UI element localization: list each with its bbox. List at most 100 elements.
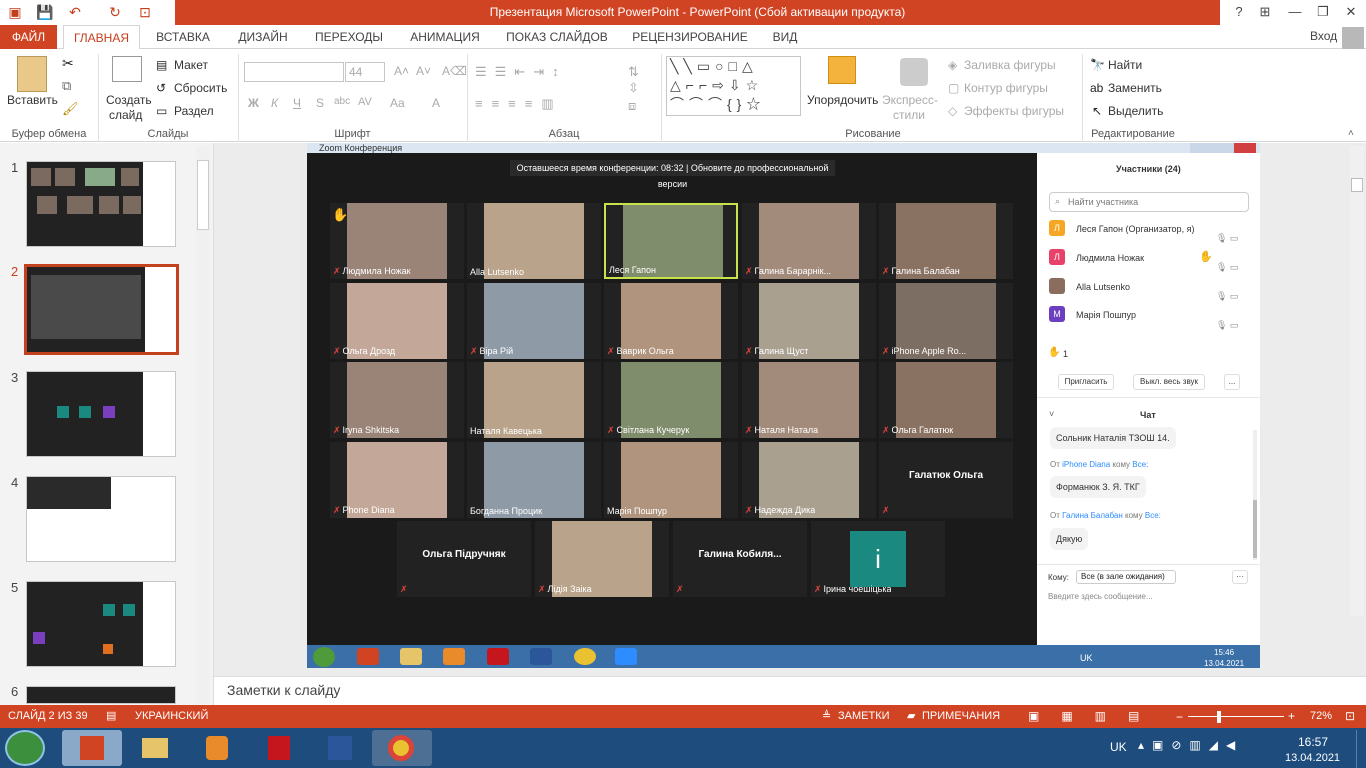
more-button[interactable]: ... — [1224, 374, 1240, 390]
taskbar-chrome[interactable] — [372, 730, 432, 766]
video-tile[interactable]: ✗ iPhone Apple Ro... — [879, 283, 1013, 359]
zoom-in-icon[interactable]: + — [1288, 709, 1295, 723]
reset-button[interactable]: Сбросить — [174, 81, 227, 95]
minimize-icon[interactable]: — — [1282, 2, 1308, 22]
participant-name[interactable]: Леся Гапон (Организатор, я) — [1076, 224, 1194, 234]
taskbar-media[interactable] — [186, 730, 246, 766]
start-button[interactable] — [5, 730, 45, 766]
clock-time[interactable]: 16:57 — [1298, 735, 1328, 749]
quick-styles-button-line2[interactable]: стили — [893, 108, 925, 122]
video-tile[interactable]: ✗ Ваврик Ольга — [604, 283, 738, 359]
video-tile[interactable]: ✗ Лідія Заіка — [535, 521, 669, 597]
slide-thumbnail-1[interactable] — [26, 161, 176, 247]
video-tile[interactable]: ✗ Галина Щуст — [742, 283, 876, 359]
shape-outline-icon[interactable]: ▢ — [948, 81, 959, 95]
new-slide-button[interactable]: Создать — [106, 93, 152, 107]
thumbnail-scroll-thumb[interactable] — [197, 160, 209, 230]
copy-icon[interactable]: ⧉ — [62, 78, 71, 94]
smartart-icon[interactable]: ⧈ — [628, 98, 636, 114]
taskbar-pdf[interactable] — [248, 730, 308, 766]
video-tile[interactable]: ✗ Iryna Shkitska — [330, 362, 464, 438]
slide-scrollbar[interactable] — [1350, 146, 1364, 616]
font-size-combo[interactable]: 44 — [345, 62, 385, 82]
shape-effects-icon[interactable]: ◇ — [948, 104, 957, 118]
zoom-level[interactable]: 72% — [1310, 710, 1332, 722]
tab-animation[interactable]: АНИМАЦИЯ — [398, 25, 492, 49]
slide-thumbnail-4[interactable] — [26, 476, 176, 562]
reset-icon[interactable]: ↺ — [156, 81, 166, 95]
video-tile[interactable]: Галатюк Ольга ✗ — [879, 442, 1013, 518]
section-icon[interactable]: ▭ — [156, 104, 167, 118]
ribbon-display-icon[interactable]: ⊞ — [1252, 2, 1278, 22]
arrange-button[interactable]: Упорядочить — [807, 93, 878, 107]
help-icon[interactable]: ? — [1226, 2, 1252, 22]
video-tile[interactable]: ✗ Phone Diana — [330, 442, 464, 518]
change-case-icon[interactable]: Aa — [390, 96, 405, 110]
shadow-button[interactable]: S — [316, 96, 324, 110]
participant-search-input[interactable]: Найти участника — [1049, 192, 1249, 212]
notes-toggle-icon[interactable]: ≜ — [822, 709, 831, 722]
spellcheck-icon[interactable]: ▤ — [106, 709, 116, 722]
section-button[interactable]: Раздел — [174, 104, 214, 118]
shape-effects-button[interactable]: Эффекты фигуры — [964, 104, 1064, 118]
text-direction-icon[interactable]: ⇅ — [628, 64, 639, 80]
italic-button[interactable]: К — [271, 96, 278, 110]
comments-icon[interactable]: ▰ — [907, 709, 915, 722]
cut-icon[interactable]: ✂ — [62, 55, 74, 72]
mute-all-button[interactable]: Выкл. весь звук — [1133, 374, 1205, 390]
zoom-out-icon[interactable]: − — [1176, 710, 1183, 724]
clear-format-icon[interactable]: A⌫ — [442, 64, 467, 78]
show-desktop-button[interactable] — [1356, 730, 1366, 768]
video-tile[interactable]: Леся Гапон — [604, 203, 738, 279]
chevron-down-icon[interactable]: ˅ — [1049, 409, 1054, 419]
tab-home[interactable]: ГЛАВНАЯ — [63, 25, 140, 50]
save-icon[interactable]: 💾 — [36, 3, 54, 21]
sign-in-link[interactable]: Вход — [1310, 29, 1337, 43]
slide-thumbnail-2-selected[interactable] — [24, 264, 179, 355]
restore-icon[interactable]: ❐ — [1310, 2, 1336, 22]
format-painter-icon[interactable]: 🖌 — [62, 101, 79, 117]
quick-styles-icon[interactable] — [900, 58, 928, 86]
tab-file[interactable]: ФАЙЛ — [0, 25, 57, 49]
chat-message-input[interactable]: Введите здесь сообщение... — [1048, 592, 1153, 601]
tab-design[interactable]: ДИЗАЙН — [230, 25, 296, 49]
underline-button[interactable]: Ч — [293, 96, 301, 110]
taskbar-explorer[interactable] — [124, 730, 184, 766]
clock-date[interactable]: 13.04.2021 — [1285, 752, 1340, 764]
fit-slide-icon[interactable]: ⊡ — [1345, 709, 1355, 723]
video-tile[interactable]: Alla Lutsenko — [467, 203, 601, 279]
video-tile[interactable]: i ✗ Ірина чоешіцька — [811, 521, 945, 597]
video-tile[interactable]: Галина Кобиля... ✗ — [673, 521, 807, 597]
find-icon[interactable]: 🔭 — [1090, 58, 1105, 72]
tray-icons[interactable]: ▴▣⊘▥◢◀ — [1138, 738, 1243, 752]
collapse-ribbon-icon[interactable]: ˄ — [1348, 128, 1354, 139]
shapes-gallery[interactable]: ╲╲▭○□△ △⌐⌐⇨⇩☆ ⌒⌒⌒{}☆ — [666, 56, 801, 116]
slide-thumbnail-6[interactable] — [26, 686, 176, 704]
video-tile[interactable]: Наталя Кавецька — [467, 362, 601, 438]
select-button[interactable]: Выделить — [1108, 104, 1163, 118]
new-slide-icon[interactable] — [112, 56, 142, 82]
video-tile[interactable]: ✗ Ольга Галатюк — [879, 362, 1013, 438]
select-icon[interactable]: ↖ — [1092, 104, 1102, 118]
taskbar-powerpoint[interactable] — [62, 730, 122, 766]
keyboard-language[interactable]: UK — [1110, 740, 1127, 754]
chat-recipient-select[interactable]: Все (в зале ожидания) — [1076, 570, 1176, 584]
slide-thumbnail-3[interactable] — [26, 371, 176, 457]
quick-styles-button[interactable]: Экспресс- — [882, 93, 938, 107]
comments-button[interactable]: ПРИМЕЧАНИЯ — [922, 710, 1000, 722]
tab-view[interactable]: ВИД — [764, 25, 806, 49]
participant-name[interactable]: Марія Пошпур — [1076, 310, 1136, 320]
shape-fill-icon[interactable]: ◈ — [948, 58, 957, 72]
new-slide-button-line2[interactable]: слайд — [109, 108, 142, 122]
layout-icon[interactable]: ▤ — [156, 58, 167, 72]
font-color-icon[interactable]: A — [432, 96, 440, 110]
video-tile[interactable]: ✋ ✗ Людмила Ножак — [330, 203, 464, 279]
video-tile[interactable]: ✗ Галина Балабан — [879, 203, 1013, 279]
redo-icon[interactable]: ↻ — [106, 3, 124, 21]
paste-button[interactable]: Вставить — [7, 93, 58, 107]
replace-button[interactable]: Заменить — [1108, 81, 1162, 95]
video-tile[interactable]: ✗ Галина Барарнік... — [742, 203, 876, 279]
participant-name[interactable]: Alla Lutsenko — [1076, 282, 1130, 292]
slide-scroll-thumb[interactable] — [1351, 178, 1363, 192]
video-tile[interactable]: ✗ Світлана Кучерук — [604, 362, 738, 438]
